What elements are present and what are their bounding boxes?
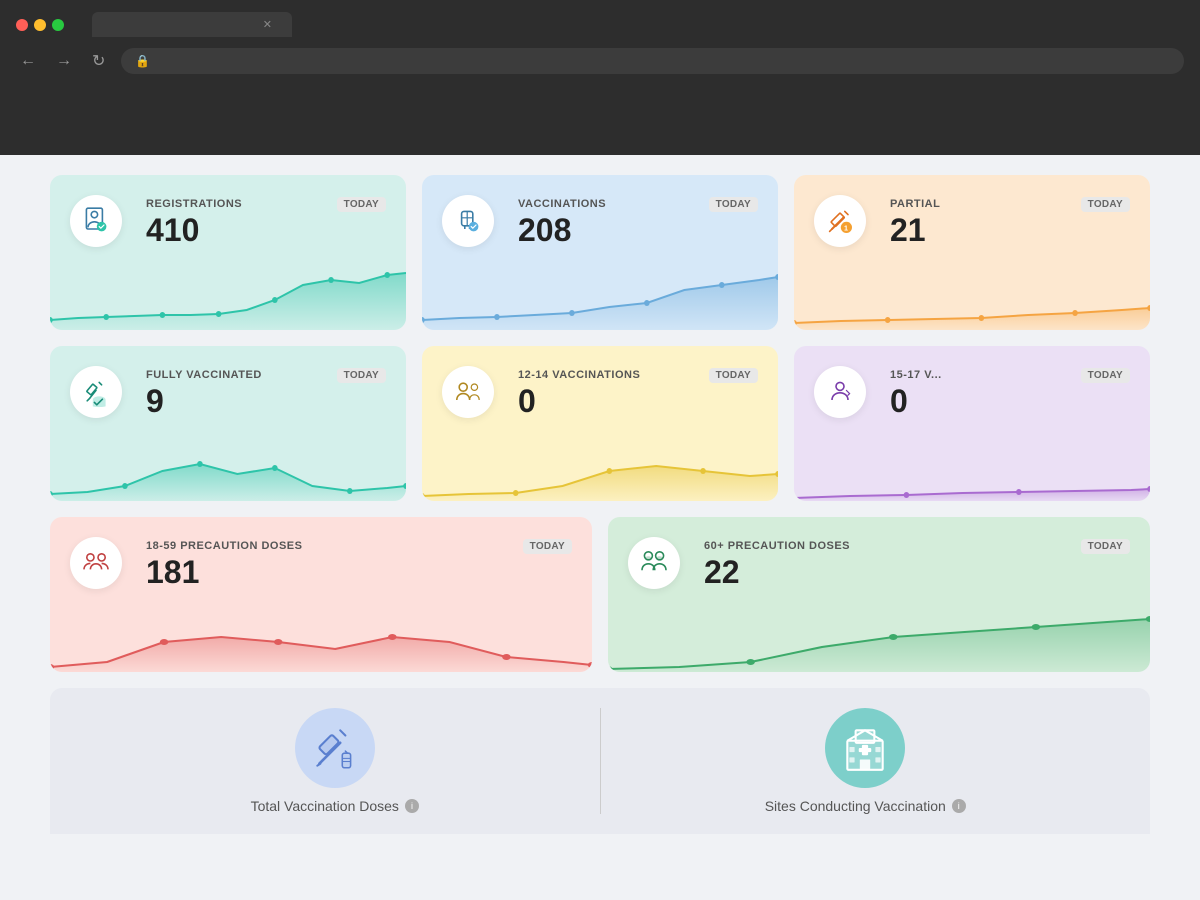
15-17-icon [814, 366, 866, 418]
sites-vaccination-icon [825, 708, 905, 788]
bottom-card-total: Total Vaccination Doses i [90, 708, 580, 814]
address-bar[interactable]: 🔒 [121, 48, 1184, 74]
precaution-grid: 18-59 PRECAUTION DOSES TODAY 181 [50, 517, 1150, 672]
card-value-registrations: 410 [146, 214, 386, 246]
bottom-divider [600, 708, 601, 814]
total-vaccination-icon [295, 708, 375, 788]
close-button[interactable] [16, 19, 28, 31]
card-vaccinations: VACCINATIONS TODAY 208 [422, 175, 778, 330]
card-60-plus-precaution: 60+ PRECAUTION DOSES TODAY 22 [608, 517, 1150, 672]
chart-registrations [50, 265, 406, 330]
card-value-12-14: 0 [518, 385, 758, 417]
card-value-60-plus: 22 [704, 556, 1130, 588]
card-value-fully-vaccinated: 9 [146, 385, 386, 417]
today-badge-60-plus: TODAY [1081, 539, 1130, 554]
total-label: Total Vaccination Doses i [251, 798, 419, 814]
browser-chrome: ✕ ← → ↻ 🔒 [0, 0, 1200, 155]
page-content: REGISTRATIONS TODAY 410 [0, 155, 1200, 900]
card-value-vaccinations: 208 [518, 214, 758, 246]
18-59-precaution-icon [70, 537, 122, 589]
card-18-59-precaution: 18-59 PRECAUTION DOSES TODAY 181 [50, 517, 592, 672]
card-label-12-14: 12-14 VACCINATIONS [518, 369, 640, 381]
card-partial: 1 PARTIAL TODAY 21 [794, 175, 1150, 330]
today-badge-registrations: TODAY [337, 197, 386, 212]
stats-grid-row1: REGISTRATIONS TODAY 410 [50, 175, 1150, 330]
today-badge-partial: TODAY [1081, 197, 1130, 212]
browser-tab[interactable]: ✕ [92, 12, 292, 37]
chart-partial [794, 265, 1150, 330]
chart-vaccinations [422, 265, 778, 330]
total-info-icon[interactable]: i [405, 799, 419, 813]
60-plus-precaution-icon [628, 537, 680, 589]
vaccinations-icon [442, 195, 494, 247]
sites-label: Sites Conducting Vaccination i [765, 798, 966, 814]
card-15-17: 15-17 V... TODAY 0 [794, 346, 1150, 501]
chart-15-17 [794, 436, 1150, 501]
today-badge-fully-vaccinated: TODAY [337, 368, 386, 383]
card-value-partial: 21 [890, 214, 1130, 246]
12-14-icon [442, 366, 494, 418]
tab-bar: ✕ [92, 12, 292, 37]
card-label-60-plus: 60+ PRECAUTION DOSES [704, 540, 850, 552]
sites-info-icon[interactable]: i [952, 799, 966, 813]
card-label-fully-vaccinated: FULLY VACCINATED [146, 369, 262, 381]
card-12-14: 12-14 VACCINATIONS TODAY 0 [422, 346, 778, 501]
registrations-icon [70, 195, 122, 247]
maximize-button[interactable] [52, 19, 64, 31]
title-bar: ✕ [0, 0, 1200, 37]
stats-grid-row2: FULLY VACCINATED TODAY 9 [50, 346, 1150, 501]
chart-fully-vaccinated [50, 436, 406, 501]
today-badge-12-14: TODAY [709, 368, 758, 383]
minimize-button[interactable] [34, 19, 46, 31]
svg-text:1: 1 [844, 224, 848, 233]
card-value-18-59: 181 [146, 556, 572, 588]
nav-bar: ← → ↻ 🔒 [0, 37, 1200, 85]
card-label-registrations: REGISTRATIONS [146, 198, 242, 210]
today-badge-vaccinations: TODAY [709, 197, 758, 212]
today-badge-15-17: TODAY [1081, 368, 1130, 383]
chart-18-59 [50, 607, 592, 672]
card-label-partial: PARTIAL [890, 198, 940, 210]
chart-60-plus [608, 607, 1150, 672]
forward-button[interactable]: → [52, 48, 76, 74]
today-badge-18-59: TODAY [523, 539, 572, 554]
traffic-lights [16, 19, 64, 31]
reload-button[interactable]: ↻ [88, 47, 109, 75]
bottom-section: Total Vaccination Doses i [50, 688, 1150, 834]
chart-12-14 [422, 436, 778, 501]
fully-vaccinated-icon [70, 366, 122, 418]
card-label-15-17: 15-17 V... [890, 369, 942, 381]
partial-icon: 1 [814, 195, 866, 247]
back-button[interactable]: ← [16, 48, 40, 74]
card-label-vaccinations: VACCINATIONS [518, 198, 606, 210]
bottom-card-sites: Sites Conducting Vaccination i [621, 708, 1111, 814]
lock-icon: 🔒 [135, 54, 150, 68]
card-value-15-17: 0 [890, 385, 1130, 417]
card-fully-vaccinated: FULLY VACCINATED TODAY 9 [50, 346, 406, 501]
card-registrations: REGISTRATIONS TODAY 410 [50, 175, 406, 330]
card-label-18-59: 18-59 PRECAUTION DOSES [146, 540, 302, 552]
tab-close-icon[interactable]: ✕ [263, 18, 272, 31]
